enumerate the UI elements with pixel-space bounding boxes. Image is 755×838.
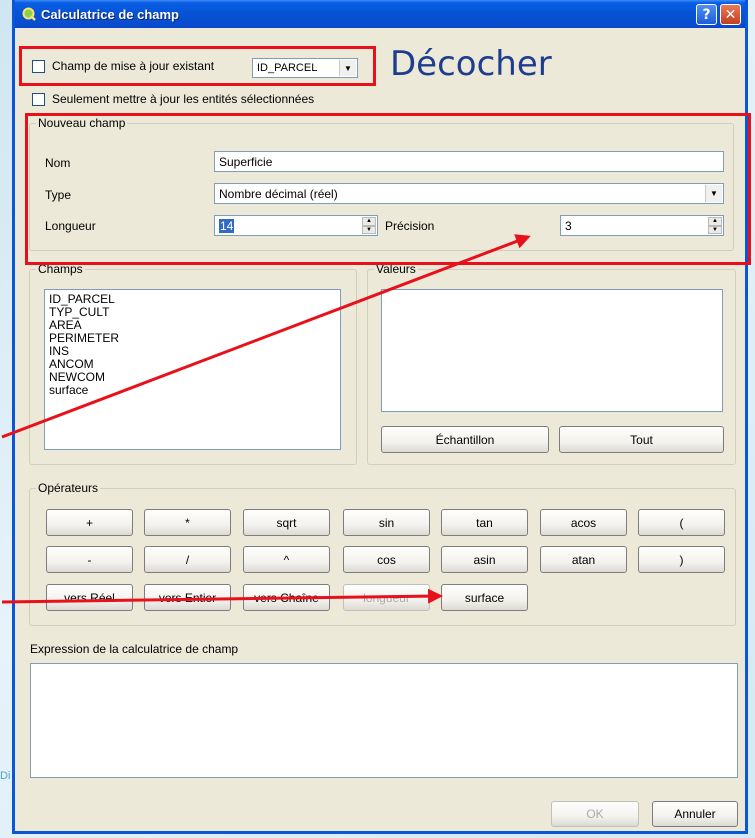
- field-list-item[interactable]: PERIMETER: [49, 332, 336, 345]
- all-values-button[interactable]: Tout: [559, 426, 724, 453]
- selected-only-label: Seulement mettre à jour les entités séle…: [52, 92, 315, 106]
- operator-button[interactable]: ): [638, 546, 725, 573]
- operator-button[interactable]: sqrt: [243, 509, 330, 536]
- operator-button[interactable]: tan: [441, 509, 528, 536]
- cancel-button[interactable]: Annuler: [652, 801, 738, 827]
- operator-button[interactable]: -: [46, 546, 133, 573]
- ok-button[interactable]: OK: [551, 801, 639, 827]
- operator-button[interactable]: sin: [343, 509, 430, 536]
- close-button[interactable]: ✕: [720, 4, 741, 25]
- sample-button[interactable]: Échantillon: [381, 426, 549, 453]
- qgis-app-icon: [21, 6, 37, 22]
- operator-button[interactable]: cos: [343, 546, 430, 573]
- fields-list[interactable]: ID_PARCEL TYP_CULT AREA PERIMETER INS ANCOM NE…: [44, 289, 341, 450]
- new-field-highlight-box: [25, 113, 751, 265]
- expression-textarea[interactable]: [30, 663, 738, 778]
- operator-button[interactable]: ^: [243, 546, 330, 573]
- operator-button[interactable]: surface: [441, 584, 528, 611]
- operator-button[interactable]: vers Chaîne: [243, 584, 330, 611]
- title-bar: Calculatrice de champ ? ✕: [15, 0, 745, 28]
- field-list-item[interactable]: NEWCOM: [49, 371, 336, 384]
- operators-group-title: Opérateurs: [36, 481, 101, 495]
- operator-button[interactable]: vers Réel: [46, 584, 133, 611]
- field-list-item[interactable]: surface: [49, 384, 336, 397]
- operator-button[interactable]: /: [144, 546, 231, 573]
- expression-label: Expression de la calculatrice de champ: [30, 642, 239, 656]
- field-list-item[interactable]: TYP_CULT: [49, 306, 336, 319]
- operator-button[interactable]: (: [638, 509, 725, 536]
- operator-button[interactable]: atan: [540, 546, 627, 573]
- window-title: Calculatrice de champ: [41, 6, 179, 22]
- operator-button[interactable]: asin: [441, 546, 528, 573]
- values-list[interactable]: [381, 289, 723, 412]
- selected-only-row: Seulement mettre à jour les entités séle…: [32, 92, 314, 106]
- operator-button[interactable]: acos: [540, 509, 627, 536]
- operator-button[interactable]: vers Entier: [144, 584, 231, 611]
- selected-only-checkbox[interactable]: [32, 92, 45, 106]
- background-watermark: Di: [0, 770, 11, 782]
- update-existing-highlight-box: [19, 46, 376, 86]
- operator-button[interactable]: longueur: [343, 584, 430, 611]
- help-button[interactable]: ?: [696, 4, 717, 25]
- uncheck-annotation: Décocher: [390, 44, 552, 84]
- operator-button[interactable]: +: [46, 509, 133, 536]
- operator-button[interactable]: *: [144, 509, 231, 536]
